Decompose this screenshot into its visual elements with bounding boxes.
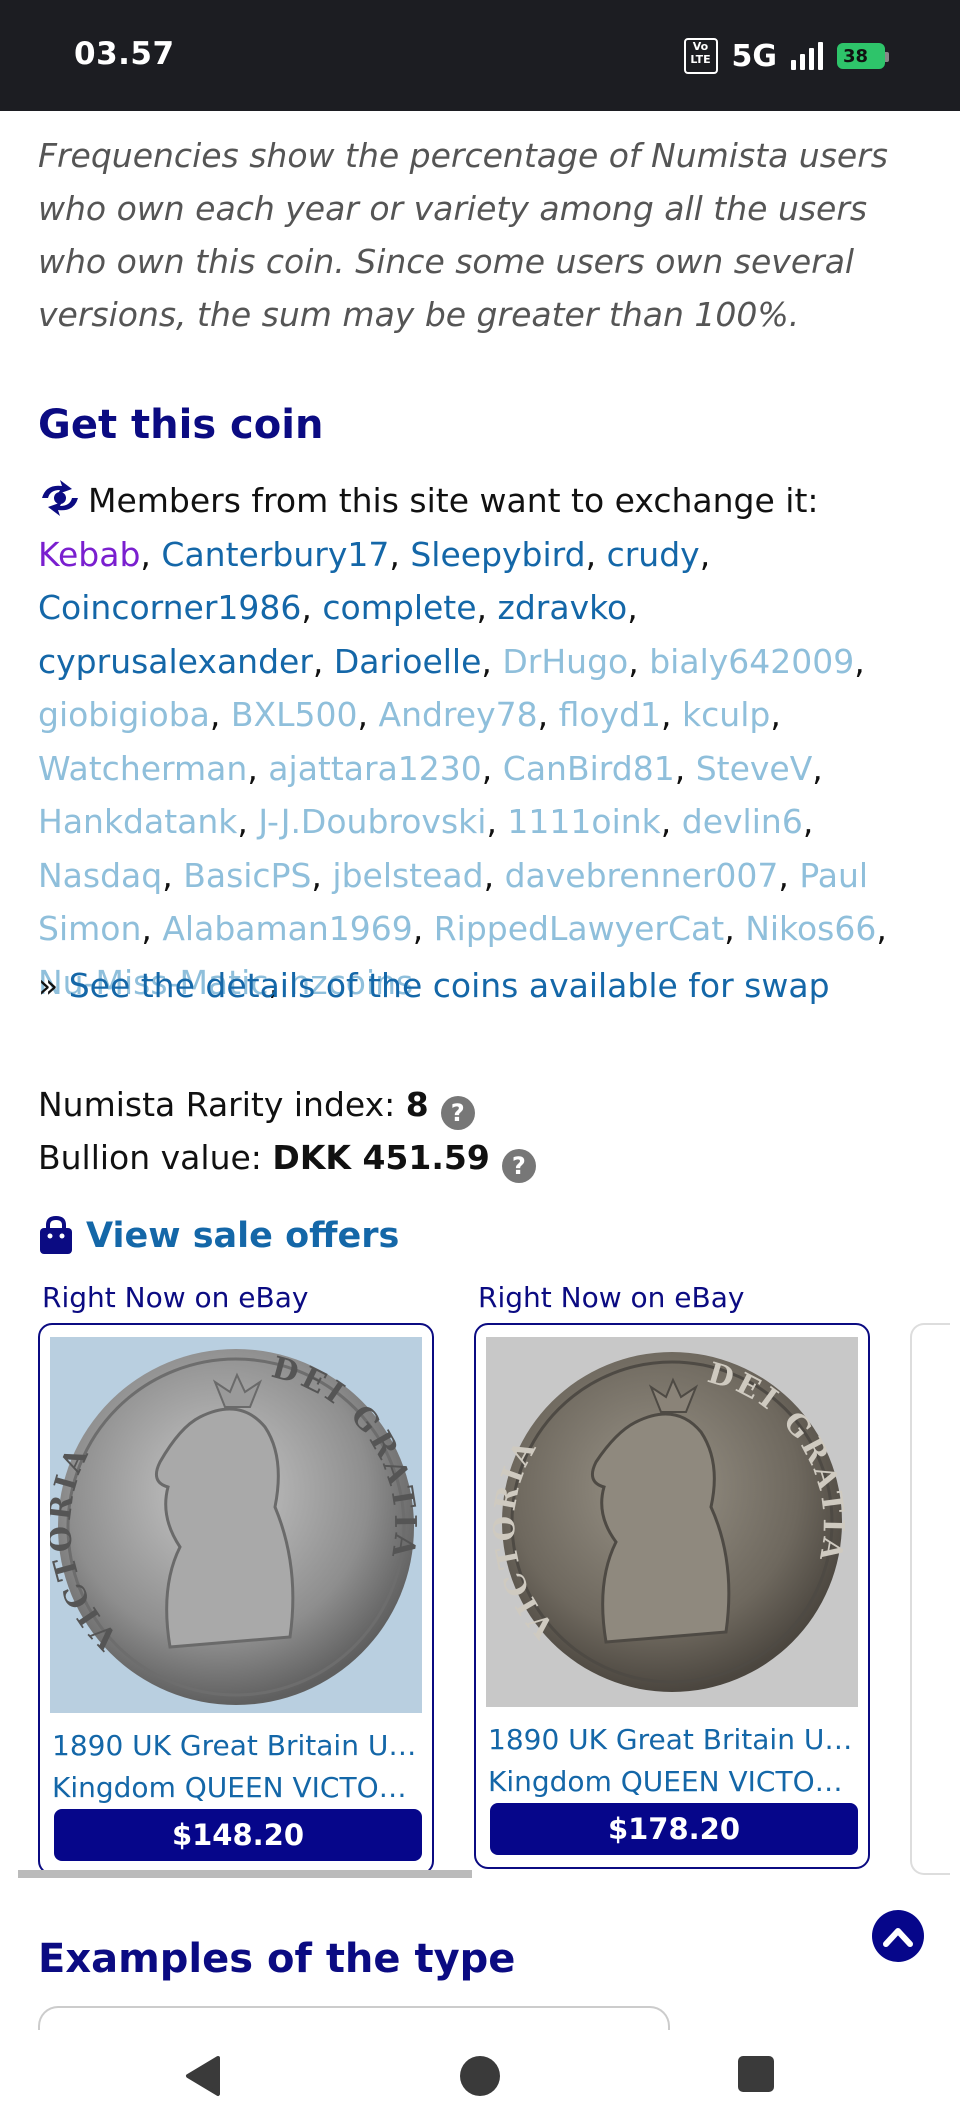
member-link[interactable]: Watcherman — [38, 749, 247, 788]
frequencies-section: Frequencies show the percentage of Numis… — [38, 111, 928, 341]
rarity-row: Numista Rarity index: 8? — [38, 1078, 536, 1131]
rarity-value: 8 — [405, 1085, 429, 1124]
card-description: 1890 UK Great Britain United Kingdom QUE… — [52, 1725, 422, 1809]
price-button[interactable]: $178.20 — [490, 1803, 858, 1855]
member-link[interactable]: Sleepybird — [410, 535, 585, 574]
exchange-icon — [42, 480, 78, 516]
bullion-value: DKK 451.59 — [272, 1138, 490, 1177]
member-link[interactable]: Kebab — [38, 535, 140, 574]
swap-details-line: » See the details of the coins available… — [38, 966, 830, 1005]
card-desc-line1: 1890 UK Great Britain United — [52, 1729, 422, 1762]
scroll-to-top-button[interactable] — [872, 1910, 924, 1962]
bullion-label: Bullion value: — [38, 1138, 262, 1177]
member-link[interactable]: Hankdatank — [38, 802, 237, 841]
member-link[interactable]: Canterbury17 — [161, 535, 389, 574]
view-sale-offers[interactable]: View sale offers — [38, 1216, 399, 1256]
rarity-help-icon[interactable]: ? — [440, 1096, 475, 1130]
sale-card[interactable]: VICTORIA DEI GRATIA 1890 UK Great Britai… — [38, 1323, 434, 1875]
sale-card-partial[interactable] — [910, 1323, 950, 1875]
battery-icon: 38 — [837, 43, 889, 69]
swap-details-link[interactable]: See the details of the coins available f… — [69, 966, 830, 1005]
battery-level: 38 — [843, 45, 869, 67]
navigation-bar — [0, 2030, 960, 2126]
exchange-members: Members from this site want to exchange … — [38, 480, 887, 1002]
status-bar: 03.57 Vo LTE 5G 38 — [0, 0, 960, 111]
member-link[interactable]: Nasdaq — [38, 856, 162, 895]
member-link[interactable]: crudy — [607, 535, 700, 574]
status-icons: Vo LTE 5G 38 — [683, 38, 889, 74]
member-link[interactable]: 1111oink — [507, 802, 660, 841]
member-link[interactable]: DrHugo — [502, 642, 628, 681]
price-button[interactable]: $148.20 — [54, 1809, 422, 1861]
member-link[interactable]: Alabaman1969 — [162, 909, 412, 948]
member-link[interactable]: J-J.Doubrovski — [258, 802, 486, 841]
card-source-label: Right Now on eBay — [478, 1281, 745, 1314]
member-link[interactable]: giobigioba — [38, 695, 210, 734]
card-source-label: Right Now on eBay — [42, 1281, 309, 1314]
network-type: 5G — [731, 38, 778, 74]
back-icon[interactable] — [182, 2054, 222, 2098]
exchange-intro: Members from this site want to exchange … — [88, 481, 819, 520]
get-this-coin-heading: Get this coin — [38, 402, 324, 448]
recents-icon[interactable] — [736, 2054, 776, 2094]
member-link[interactable]: Andrey78 — [379, 695, 538, 734]
swap-prefix: » — [38, 966, 59, 1005]
volte-icon: Vo LTE — [683, 38, 718, 74]
bullion-help-icon[interactable]: ? — [501, 1149, 536, 1183]
member-link[interactable]: Nikos66 — [745, 909, 876, 948]
status-time: 03.57 — [74, 36, 175, 72]
home-icon[interactable] — [458, 2054, 502, 2098]
member-link[interactable]: ajattara1230 — [268, 749, 482, 788]
examples-heading: Examples of the type — [38, 1936, 516, 1982]
sale-card[interactable]: VICTORIA DEI GRATIA 1890 UK Great Britai… — [474, 1323, 870, 1869]
member-link[interactable]: cyprusalexander — [38, 642, 313, 681]
frequencies-note: Frequencies show the percentage of Numis… — [38, 136, 888, 334]
card-desc-line2: Kingdom QUEEN VICTORIA... — [52, 1771, 422, 1804]
card-desc-line2: Kingdom QUEEN VICTORIA... — [488, 1765, 858, 1798]
rarity-section: Numista Rarity index: 8? Bullion value: … — [38, 1078, 536, 1184]
member-link[interactable]: jbelstead — [332, 856, 483, 895]
member-link[interactable]: kculp — [682, 695, 770, 734]
member-link[interactable]: BXL500 — [231, 695, 358, 734]
view-sale-offers-label: View sale offers — [86, 1216, 400, 1256]
member-link[interactable]: floyd1 — [559, 695, 661, 734]
shopping-bag-icon — [40, 1216, 72, 1254]
member-link[interactable]: RippedLawyerCat — [434, 909, 724, 948]
member-link[interactable]: davebrenner007 — [505, 856, 779, 895]
member-link[interactable]: devlin6 — [682, 802, 803, 841]
coin-photo: VICTORIA DEI GRATIA — [486, 1337, 858, 1707]
member-link[interactable]: zdravko — [498, 588, 628, 627]
chevron-up-icon — [883, 1928, 913, 1947]
member-link[interactable]: BasicPS — [183, 856, 311, 895]
member-link[interactable]: complete — [322, 588, 476, 627]
member-link[interactable]: Coincorner1986 — [38, 588, 301, 627]
member-link[interactable]: SteveV — [696, 749, 813, 788]
coin-photo: VICTORIA DEI GRATIA — [50, 1337, 422, 1713]
signal-icon — [791, 42, 823, 70]
member-link[interactable]: Darioelle — [334, 642, 482, 681]
carousel-scrollbar[interactable] — [18, 1870, 472, 1878]
bullion-row: Bullion value: DKK 451.59? — [38, 1131, 536, 1184]
rarity-label: Numista Rarity index: — [38, 1085, 396, 1124]
card-desc-line1: 1890 UK Great Britain United — [488, 1723, 858, 1756]
member-link[interactable]: bialy642009 — [649, 642, 854, 681]
member-link[interactable]: CanBird81 — [503, 749, 675, 788]
card-description: 1890 UK Great Britain United Kingdom QUE… — [488, 1719, 858, 1803]
